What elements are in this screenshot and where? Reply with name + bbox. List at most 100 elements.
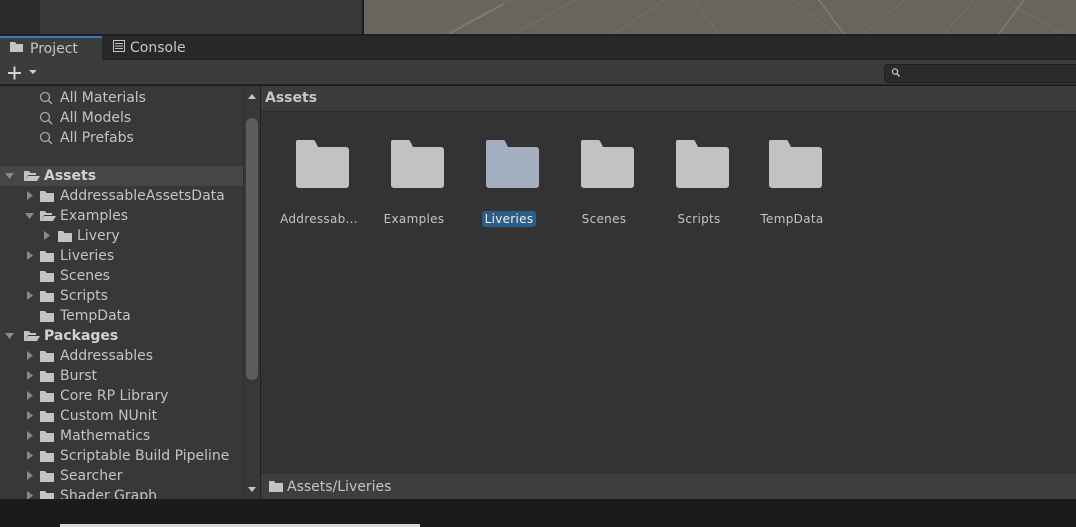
folder-icon	[40, 490, 54, 499]
folder-icon	[40, 430, 54, 442]
tree-item-scripts[interactable]: Scripts	[0, 286, 243, 306]
folder-open-icon	[24, 171, 40, 181]
tree-item-packages[interactable]: Packages	[0, 326, 243, 346]
tree-item-label: Scriptable Build Pipeline	[60, 448, 230, 464]
create-button[interactable]	[6, 63, 40, 82]
asset-item[interactable]: Examples	[369, 138, 459, 227]
tree-item-package[interactable]: Scriptable Build Pipeline	[0, 446, 243, 466]
folder-icon	[40, 450, 54, 462]
asset-item-selected[interactable]: Liveries	[464, 138, 554, 227]
scroll-down-arrow-icon[interactable]	[248, 487, 256, 492]
scene-view[interactable]	[364, 0, 1076, 34]
collapsed-arrow-icon[interactable]	[25, 371, 35, 381]
folder-icon	[383, 138, 445, 190]
collapsed-arrow-icon[interactable]	[25, 491, 35, 499]
folder-icon	[40, 410, 54, 422]
scene-grid	[443, 0, 1065, 34]
expanded-arrow-icon[interactable]	[5, 331, 15, 341]
asset-item[interactable]: Scenes	[559, 138, 649, 227]
tree-item-label: Liveries	[60, 248, 115, 264]
tree-item-label: TempData	[60, 308, 131, 324]
tree-item-package[interactable]: Burst	[0, 366, 243, 386]
project-toolbar	[0, 60, 1076, 85]
tree-item-examples[interactable]: Examples	[0, 206, 243, 226]
tree-item-package[interactable]: Core RP Library	[0, 386, 243, 406]
tree-scrollbar[interactable]	[243, 86, 260, 499]
console-icon	[113, 40, 125, 56]
tree-item-assets[interactable]: Assets	[0, 166, 243, 186]
expanded-arrow-icon[interactable]	[25, 211, 35, 221]
asset-label: Scripts	[677, 212, 721, 226]
tree-item-addressableassetsdata[interactable]: AddressableAssetsData	[0, 186, 243, 206]
folder-icon	[478, 138, 540, 190]
folder-icon	[58, 230, 72, 242]
search-input[interactable]	[884, 64, 1076, 83]
tab-console[interactable]: Console	[103, 36, 203, 60]
tree-item-label: Burst	[60, 368, 98, 384]
collapsed-arrow-icon[interactable]	[25, 451, 35, 461]
tree-item-scenes[interactable]: Scenes	[0, 266, 243, 286]
tree-item-tempdata[interactable]: TempData	[0, 306, 243, 326]
folder-icon	[761, 138, 823, 190]
top-left-panel	[0, 0, 40, 34]
tree-item-label: Livery	[77, 228, 120, 244]
collapsed-arrow-icon[interactable]	[25, 391, 35, 401]
collapsed-arrow-icon[interactable]	[25, 411, 35, 421]
asset-item[interactable]: Addressab...	[274, 138, 364, 227]
selection-path-bar: Assets/Liveries	[261, 474, 1076, 499]
favorite-all-prefabs[interactable]: All Prefabs	[0, 128, 243, 148]
tree-item-label: Core RP Library	[60, 388, 169, 404]
tree-item-label: Addressables	[60, 348, 154, 364]
tab-project[interactable]: Project	[0, 36, 102, 60]
folder-icon	[40, 370, 54, 382]
tab-console-label: Console	[130, 40, 186, 56]
search-icon	[39, 91, 53, 105]
scroll-up-arrow-icon[interactable]	[248, 94, 256, 99]
tree-item-livery[interactable]: Livery	[0, 226, 243, 246]
asset-label: TempData	[760, 212, 824, 226]
tree-item-package[interactable]: Shader Graph	[0, 486, 243, 499]
folder-open-icon	[24, 331, 40, 341]
favorite-label: All Materials	[60, 90, 146, 106]
tree-item-package[interactable]: Addressables	[0, 346, 243, 366]
folder-open-icon	[40, 211, 56, 221]
asset-item[interactable]: Scripts	[654, 138, 744, 227]
collapsed-arrow-icon[interactable]	[42, 231, 52, 241]
folder-icon	[40, 350, 54, 362]
folder-icon	[668, 138, 730, 190]
collapsed-arrow-icon[interactable]	[25, 431, 35, 441]
breadcrumb-assets[interactable]: Assets	[265, 90, 317, 106]
selection-path: Assets/Liveries	[287, 478, 392, 495]
tree-item-liveries[interactable]: Liveries	[0, 246, 243, 266]
asset-label: Examples	[383, 212, 445, 226]
plus-icon	[8, 66, 36, 79]
scrollbar-thumb[interactable]	[246, 118, 258, 380]
caret-down-icon	[29, 69, 36, 74]
asset-label: Liveries	[481, 211, 537, 227]
asset-label: Addressab...	[280, 212, 358, 226]
tree-item-label: Searcher	[60, 468, 123, 484]
favorite-label: All Models	[60, 110, 132, 126]
collapsed-arrow-icon[interactable]	[25, 351, 35, 361]
asset-item[interactable]: TempData	[747, 138, 837, 227]
collapsed-arrow-icon[interactable]	[25, 471, 35, 481]
search-icon	[891, 67, 901, 83]
tab-bar: Project Console	[0, 36, 1076, 60]
tree-item-label: Packages	[44, 328, 119, 344]
collapsed-arrow-icon[interactable]	[25, 191, 35, 201]
tree-item-package[interactable]: Searcher	[0, 466, 243, 486]
favorite-all-materials[interactable]: All Materials	[0, 88, 243, 108]
folder-icon	[40, 390, 54, 402]
tree-item-label: Shader Graph	[60, 488, 157, 499]
collapsed-arrow-icon[interactable]	[25, 251, 35, 261]
tree-item-package[interactable]: Mathematics	[0, 426, 243, 446]
expanded-arrow-icon[interactable]	[5, 171, 15, 181]
tree-item-package[interactable]: Custom NUnit	[0, 406, 243, 426]
tree-item-label: Mathematics	[60, 428, 151, 444]
breadcrumb: Assets	[261, 86, 1076, 112]
collapsed-arrow-icon[interactable]	[25, 291, 35, 301]
tree-item-label: Scenes	[60, 268, 110, 284]
folder-icon	[40, 190, 54, 202]
tree-item-label: Examples	[60, 208, 129, 224]
favorite-all-models[interactable]: All Models	[0, 108, 243, 128]
